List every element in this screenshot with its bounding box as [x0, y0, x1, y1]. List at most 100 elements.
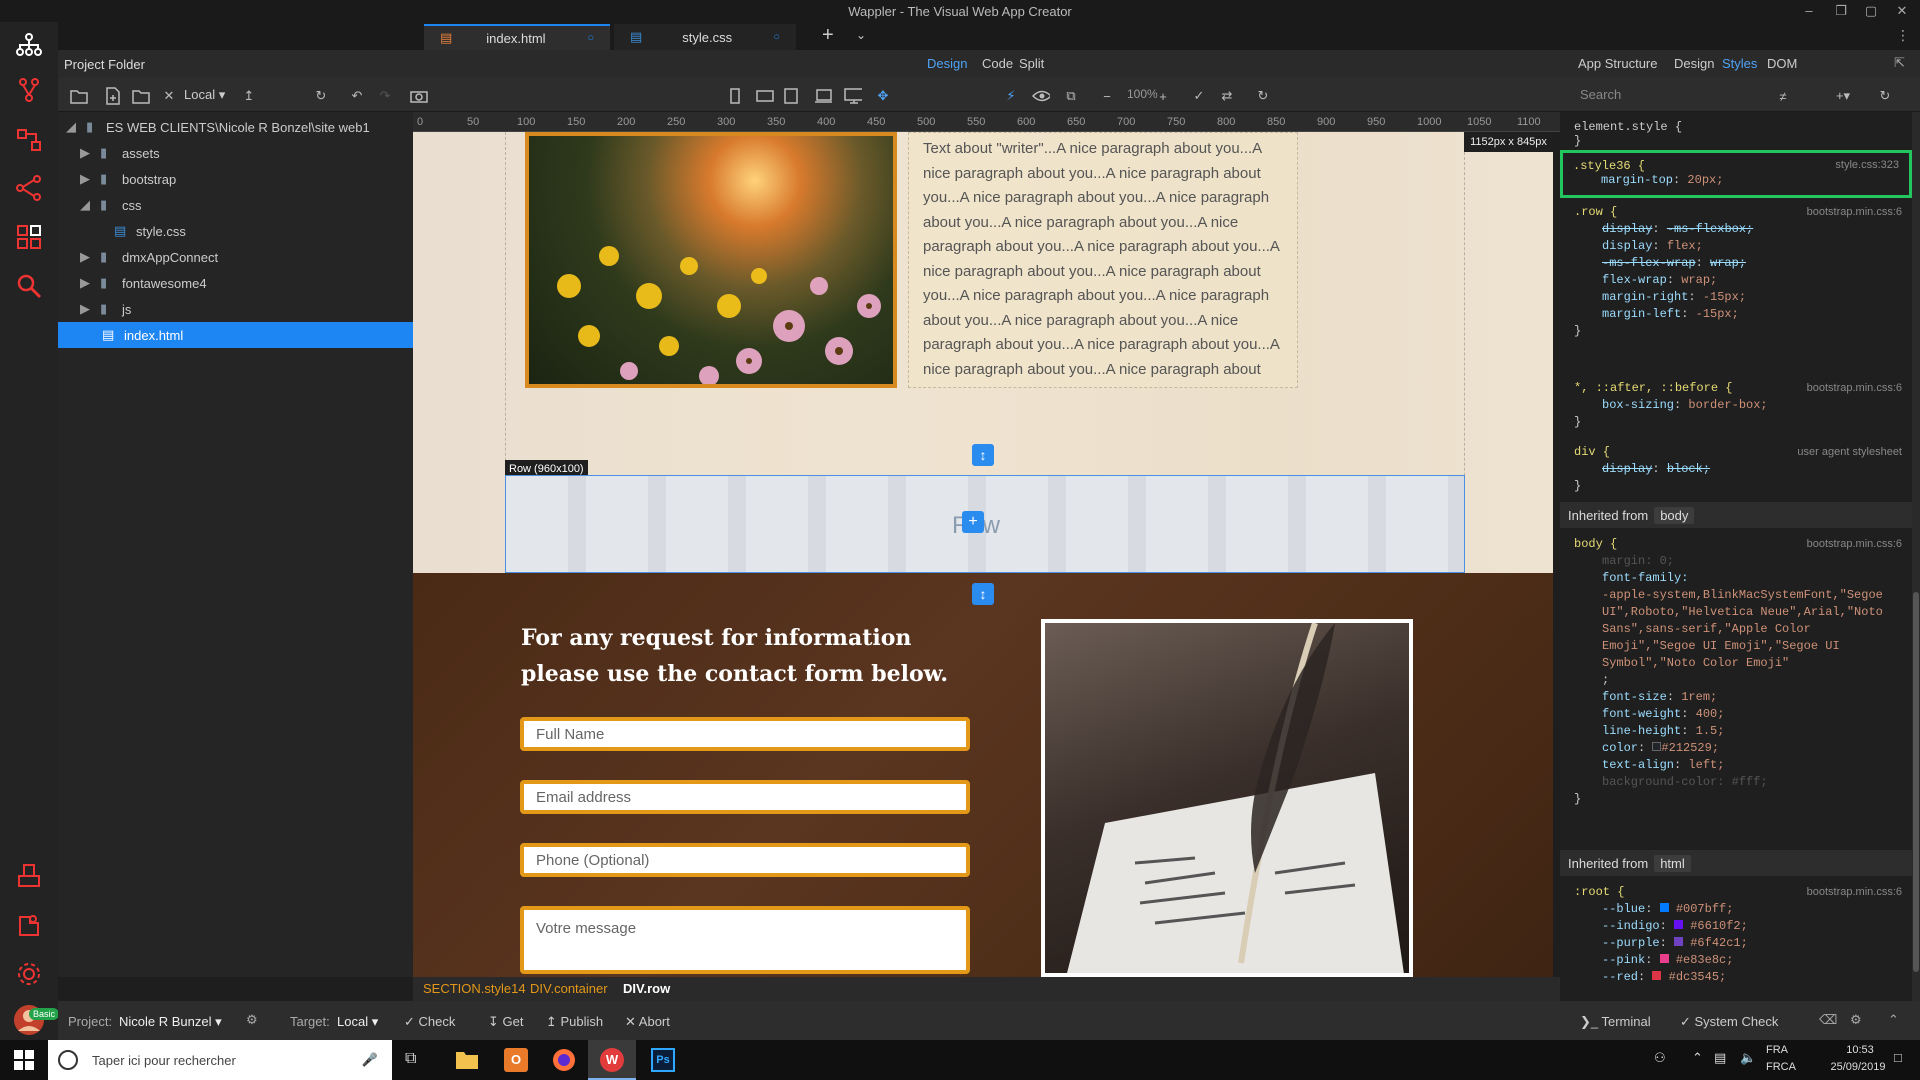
new-tab-icon[interactable]: + [822, 24, 834, 47]
microphone-icon[interactable]: 🎤 [362, 1052, 378, 1068]
laptop-view-icon[interactable] [814, 87, 832, 105]
tree-item-js[interactable]: ▶ ▮ js [58, 296, 413, 322]
unsaved-dot-icon[interactable]: ○ [773, 31, 780, 43]
unsaved-dot-icon[interactable]: ○ [587, 32, 594, 44]
tree-item-dmxappconnect[interactable]: ▶ ▮ dmxAppConnect [58, 244, 413, 270]
div-rule[interactable]: user agent stylesheet div { display: blo… [1560, 444, 1912, 495]
components-icon[interactable] [11, 219, 47, 255]
publish-button[interactable]: ↥ Publish [546, 1014, 603, 1030]
outlook-icon[interactable]: O [504, 1048, 528, 1072]
wappler-taskbar-app[interactable]: W [588, 1040, 636, 1080]
full-name-input[interactable]: Full Name [520, 717, 970, 751]
camera-icon[interactable] [410, 87, 428, 105]
validate-icon[interactable]: ✓ [1190, 87, 1208, 105]
code-view-button[interactable]: Code [982, 56, 1013, 71]
add-to-row-button[interactable]: + [962, 511, 984, 533]
open-browser-icon[interactable]: ⧉ [1062, 87, 1080, 105]
new-folder-icon[interactable] [132, 87, 150, 105]
more-menu-icon[interactable]: ⋮ [1896, 27, 1910, 44]
abort-button[interactable]: ✕ Abort [625, 1014, 670, 1030]
quill-image[interactable] [1041, 619, 1413, 977]
language-secondary[interactable]: FRCA [1766, 1061, 1796, 1073]
tree-root[interactable]: ◢ ▮ ES WEB CLIENTS\Nicole R Bonzel\site … [58, 114, 413, 140]
tab-dom[interactable]: DOM [1767, 56, 1797, 71]
tab-index-html[interactable]: ▤ index.html ○ [424, 24, 610, 50]
task-view-icon[interactable]: ⧉ [405, 1050, 416, 1068]
desktop-view-icon[interactable] [844, 87, 862, 105]
preview-eye-icon[interactable] [1032, 87, 1050, 105]
insert-below-button[interactable]: ↕ [972, 583, 994, 605]
refresh-icon[interactable]: ↻ [312, 87, 330, 105]
tab-app-structure[interactable]: App Structure [1578, 56, 1658, 71]
file-explorer-icon[interactable] [455, 1048, 479, 1070]
chevron-up-icon[interactable]: ⌃ [1888, 1012, 1899, 1028]
breadcrumb-item[interactable]: DIV.container [530, 981, 608, 996]
firefox-icon[interactable] [552, 1048, 576, 1072]
close-icon[interactable]: ✕ [1893, 2, 1911, 20]
tree-item-css[interactable]: ◢ ▮ css [58, 192, 413, 218]
tab-styles[interactable]: Styles [1722, 56, 1757, 71]
refresh-styles-icon[interactable]: ↻ [1876, 87, 1894, 105]
eraser-icon[interactable]: ⌫ [1819, 1012, 1837, 1028]
tree-item-fontawesome4[interactable]: ▶ ▮ fontawesome4 [58, 270, 413, 296]
target-select[interactable]: Local ▾ [184, 87, 225, 103]
check-button[interactable]: ✓ Check [404, 1014, 455, 1030]
restore-icon[interactable]: ❐ [1832, 2, 1850, 20]
flowers-image[interactable] [525, 132, 897, 388]
split-view-button[interactable]: Split [1019, 56, 1044, 71]
phone-view-icon[interactable] [726, 87, 744, 105]
strikethrough-icon[interactable]: ≠ [1774, 87, 1792, 105]
email-input[interactable]: Email address [520, 780, 970, 814]
row-rule[interactable]: bootstrap.min.css:6 .row { display: -ms-… [1560, 204, 1912, 340]
undo-icon[interactable]: ↶ [348, 87, 366, 105]
tree-item-bootstrap[interactable]: ▶ ▮ bootstrap [58, 166, 413, 192]
inherited-tag[interactable]: body [1654, 506, 1695, 524]
server-connect-icon[interactable] [11, 170, 47, 206]
color-swatch[interactable] [1659, 903, 1669, 912]
message-textarea[interactable]: Votre message [520, 906, 970, 974]
lightning-icon[interactable]: ⚡ [1002, 87, 1020, 105]
deploy-icon[interactable] [11, 858, 47, 894]
chevron-down-icon[interactable]: ⌄ [856, 28, 866, 42]
insert-above-button[interactable]: ↕ [972, 444, 994, 466]
clock-date[interactable]: 25/09/2019 [1822, 1061, 1894, 1073]
fit-view-icon[interactable]: ✥ [874, 87, 892, 105]
color-swatch[interactable] [1659, 954, 1669, 963]
about-paragraph[interactable]: Text about "writer"...A nice paragraph a… [908, 132, 1298, 388]
delete-icon[interactable]: ✕ [160, 87, 178, 105]
add-rule-icon[interactable]: +▾ [1834, 87, 1852, 105]
get-button[interactable]: ↧ Get [488, 1014, 523, 1030]
style36-rule[interactable]: style.css:323 .style36 { margin-top: 20p… [1560, 150, 1912, 198]
design-canvas[interactable]: Text about "writer"...A nice paragraph a… [413, 132, 1553, 977]
color-swatch[interactable] [1674, 920, 1684, 929]
breadcrumb-item[interactable]: SECTION.style14 [423, 981, 526, 996]
project-settings-icon[interactable]: ⚙ [246, 1012, 258, 1028]
bottom-target-select[interactable]: Local ▾ [337, 1014, 378, 1030]
volume-icon[interactable]: 🔈 [1740, 1050, 1756, 1066]
color-swatch[interactable] [1652, 971, 1662, 980]
search-icon[interactable] [11, 268, 47, 304]
clock-time[interactable]: 10:53 [1830, 1044, 1890, 1056]
root-rule[interactable]: bootstrap.min.css:6 :root { --blue: #007… [1560, 884, 1912, 986]
photoshop-icon[interactable]: Ps [651, 1048, 675, 1072]
phone-input[interactable]: Phone (Optional) [520, 843, 970, 877]
scrollbar-thumb[interactable] [1913, 592, 1919, 972]
extensions-icon[interactable] [11, 907, 47, 943]
styles-scrollbar[interactable] [1912, 112, 1920, 1001]
system-check-button[interactable]: ✓ System Check [1680, 1014, 1778, 1030]
selected-row[interactable]: Row + [505, 475, 1465, 573]
tree-item-assets[interactable]: ▶ ▮ assets [58, 140, 413, 166]
breadcrumb-item[interactable]: DIV.row [623, 981, 670, 996]
redo-icon[interactable]: ↷ [376, 87, 394, 105]
windows-start-icon[interactable] [14, 1050, 34, 1070]
tray-chevron-icon[interactable]: ⌃ [1692, 1050, 1703, 1066]
language-primary[interactable]: FRA [1766, 1044, 1788, 1056]
design-view-button[interactable]: Design [927, 56, 967, 71]
minimize-icon[interactable]: – [1800, 2, 1818, 20]
phone-landscape-view-icon[interactable] [756, 87, 774, 105]
swap-icon[interactable]: ⇄ [1218, 87, 1236, 105]
inherited-tag[interactable]: html [1654, 854, 1691, 872]
settings-icon[interactable] [11, 956, 47, 992]
debug-icon[interactable]: ⚙ [1850, 1012, 1862, 1028]
open-folder-icon[interactable] [70, 87, 88, 105]
